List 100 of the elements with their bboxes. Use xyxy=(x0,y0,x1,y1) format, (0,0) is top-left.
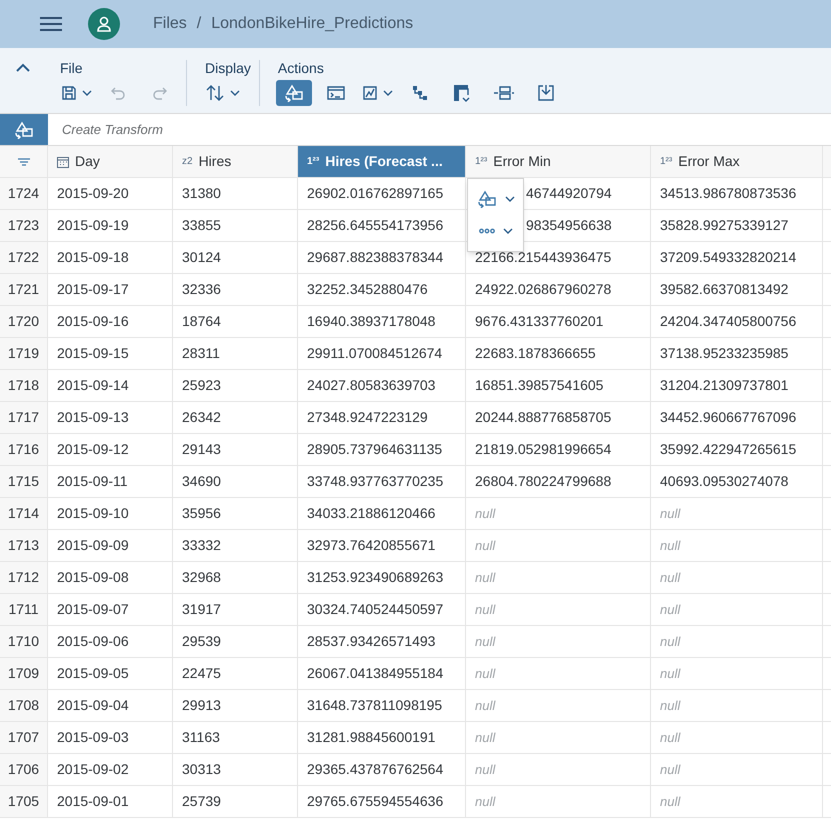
table-cell: 34452.960667767096 xyxy=(651,402,823,433)
type-glyph: 1²³ xyxy=(475,155,488,169)
type-glyph: 1²³ xyxy=(660,155,672,169)
toolbar-group-label: Actions xyxy=(278,60,325,76)
column-header[interactable]: 1²³ Error Min xyxy=(466,146,651,177)
row-number: 1705 xyxy=(0,786,48,817)
table-cell: null xyxy=(651,690,823,721)
split-columns-icon xyxy=(492,85,515,101)
table-cell: 26342 xyxy=(173,402,298,433)
user-avatar-icon[interactable] xyxy=(88,8,120,40)
table-cell: 22475 xyxy=(173,658,298,689)
table-cell: 2015-09-02 xyxy=(48,754,173,785)
row-number: 1709 xyxy=(0,658,48,689)
table-cell: null xyxy=(466,530,651,561)
row-number: 1720 xyxy=(0,306,48,337)
table-cell: 22683.1878366655 xyxy=(466,338,651,369)
toolbar-group-label: Display xyxy=(205,60,251,76)
table-cell: 34690 xyxy=(173,466,298,497)
chevron-down-icon xyxy=(504,196,514,202)
table-cell: null xyxy=(651,658,823,689)
table-cell: 40693.09530274078 xyxy=(651,466,823,497)
table-cell: 37209.549332820214 xyxy=(651,242,823,273)
row-number: 1721 xyxy=(0,274,48,305)
transform-icon xyxy=(476,190,496,208)
column-header[interactable]: Day xyxy=(48,146,173,177)
table-cell: 29143 xyxy=(173,434,298,465)
row-number: 1712 xyxy=(0,562,48,593)
row-number: 1708 xyxy=(0,690,48,721)
transform-icon xyxy=(284,84,304,102)
chevron-down-icon xyxy=(383,90,394,96)
sort-arrows-icon xyxy=(205,84,225,102)
table-cell: 2015-09-18 xyxy=(48,242,173,273)
transform-input-field[interactable]: Create Transform xyxy=(48,114,831,145)
row-number: 1722 xyxy=(0,242,48,273)
table-cell: 35828.99275339127 xyxy=(651,210,823,241)
table-cell: 2015-09-16 xyxy=(48,306,173,337)
table-cell: 24027.80583639703 xyxy=(298,370,466,401)
calendar-icon xyxy=(57,156,69,168)
chevron-down-icon xyxy=(82,90,92,96)
table-cell: 32973.76420855671 xyxy=(298,530,466,561)
console-icon xyxy=(326,85,345,101)
table-cell: 25739 xyxy=(173,786,298,817)
table-cell: 2015-09-14 xyxy=(48,370,173,401)
table-cell: 2015-09-09 xyxy=(48,530,173,561)
table-cell: null xyxy=(651,786,823,817)
table-cell: 31204.21309737801 xyxy=(651,370,823,401)
type-glyph: z2 xyxy=(182,155,193,169)
table-cell: 2015-09-07 xyxy=(48,594,173,625)
table-cell: 28905.737964631135 xyxy=(298,434,466,465)
table-cell: 31648.737811098195 xyxy=(298,690,466,721)
transform-icon[interactable] xyxy=(0,114,48,145)
table-cell: 25923 xyxy=(173,370,298,401)
table-cell: 30324.740524450597 xyxy=(298,594,466,625)
table-cell: null xyxy=(466,658,651,689)
chevron-down-icon xyxy=(502,228,512,234)
table-cell: 29765.675594554636 xyxy=(298,786,466,817)
column-title: Day xyxy=(75,152,100,171)
column-title: Hires xyxy=(198,152,232,171)
table-cell: 28311 xyxy=(173,338,298,369)
table-cell: 32336 xyxy=(173,274,298,305)
table-cell: 9676.431337760201 xyxy=(466,306,651,337)
breadcrumb-link[interactable]: Files xyxy=(153,12,187,36)
table-cell: 34033.21886120466 xyxy=(298,498,466,529)
breadcrumb-separator: / xyxy=(196,14,202,34)
row-number: 1715 xyxy=(0,466,48,497)
table-cell: 33855 xyxy=(173,210,298,241)
table-cell: 2015-09-20 xyxy=(48,178,173,209)
table-cell: null xyxy=(466,786,651,817)
column-header[interactable]: 1²³ Error Max xyxy=(651,146,823,177)
table-cell: 35992.422947265615 xyxy=(651,434,823,465)
transform-tool-button[interactable] xyxy=(276,80,312,106)
table-cell: 31380 xyxy=(173,178,298,209)
row-number: 1723 xyxy=(0,210,48,241)
table-cell: null xyxy=(651,754,823,785)
table-cell: 29911.070084512674 xyxy=(298,338,466,369)
table-cell: null xyxy=(466,690,651,721)
table-cell: 31163 xyxy=(173,722,298,753)
menu-icon[interactable] xyxy=(40,15,62,33)
table-cell: null xyxy=(651,626,823,657)
type-glyph: 1²³ xyxy=(307,155,320,169)
row-number: 1716 xyxy=(0,434,48,465)
table-cell: 20244.888776858705 xyxy=(466,402,651,433)
table-cell: 31917 xyxy=(173,594,298,625)
table-cell: null xyxy=(651,562,823,593)
redo-icon xyxy=(152,85,168,101)
layout-icon xyxy=(452,84,471,102)
table-cell: 2015-09-11 xyxy=(48,466,173,497)
table-cell: 2015-09-19 xyxy=(48,210,173,241)
table-cell: 16940.38937178048 xyxy=(298,306,466,337)
table-cell: 2015-09-08 xyxy=(48,562,173,593)
table-cell: 2015-09-13 xyxy=(48,402,173,433)
column-header[interactable]: 1²³ Hires (Forecast ... xyxy=(298,146,466,177)
row-number: 1707 xyxy=(0,722,48,753)
table-cell: 2015-09-17 xyxy=(48,274,173,305)
table-cell: 2015-09-01 xyxy=(48,786,173,817)
undo-icon xyxy=(110,85,126,101)
column-title: Hires (Forecast ... xyxy=(325,152,443,171)
table-cell: 2015-09-06 xyxy=(48,626,173,657)
table-cell: 31281.98845600191 xyxy=(298,722,466,753)
table-cell: 31253.923490689263 xyxy=(298,562,466,593)
